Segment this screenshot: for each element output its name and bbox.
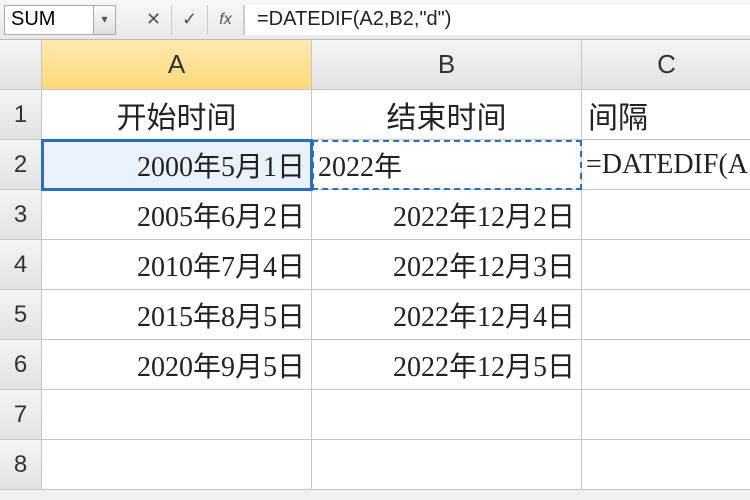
cell-a1[interactable]: 开始时间 — [42, 90, 312, 140]
cell-c2-overflow-text: =DATEDIF(A — [586, 149, 748, 181]
cell-c2[interactable]: =DATEDIF(A — [582, 140, 750, 190]
cell-a8[interactable] — [42, 440, 312, 490]
row-header-2[interactable]: 2 — [0, 140, 42, 190]
cell-c3[interactable] — [582, 190, 750, 240]
fx-icon: fx — [219, 11, 231, 29]
cell-a4[interactable]: 2010年7月4日 — [42, 240, 312, 290]
row-header-6[interactable]: 6 — [0, 340, 42, 390]
row-header-7[interactable]: 7 — [0, 390, 42, 440]
formula-bar: SUM ▾ ✕ ✓ fx =DATEDIF(A2,B2,"d") — [0, 0, 750, 40]
cell-a6[interactable]: 2020年9月5日 — [42, 340, 312, 390]
insert-function-button[interactable]: fx — [208, 5, 244, 35]
cell-c7[interactable] — [582, 390, 750, 440]
column-header-a[interactable]: A — [42, 40, 312, 90]
formula-input[interactable]: =DATEDIF(A2,B2,"d") — [244, 5, 750, 35]
cell-a5[interactable]: 2015年8月5日 — [42, 290, 312, 340]
row-header-4[interactable]: 4 — [0, 240, 42, 290]
cell-b2[interactable]: 2022年 — [312, 140, 582, 190]
select-all-corner[interactable] — [0, 40, 42, 90]
cell-c4[interactable] — [582, 240, 750, 290]
cell-c6[interactable] — [582, 340, 750, 390]
cell-b8[interactable] — [312, 440, 582, 490]
cell-b5[interactable]: 2022年12月4日 — [312, 290, 582, 340]
cell-c1[interactable]: 间隔 — [582, 90, 750, 140]
cell-c5[interactable] — [582, 290, 750, 340]
cell-a2[interactable]: 2000年5月1日 — [42, 140, 312, 190]
cell-a7[interactable] — [42, 390, 312, 440]
row-header-5[interactable]: 5 — [0, 290, 42, 340]
close-icon: ✕ — [146, 9, 161, 30]
cell-b4[interactable]: 2022年12月3日 — [312, 240, 582, 290]
cell-b3[interactable]: 2022年12月2日 — [312, 190, 582, 240]
name-box[interactable]: SUM — [4, 5, 94, 35]
cell-b7[interactable] — [312, 390, 582, 440]
row-header-1[interactable]: 1 — [0, 90, 42, 140]
chevron-down-icon: ▾ — [101, 12, 107, 27]
column-header-b[interactable]: B — [312, 40, 582, 90]
row-header-8[interactable]: 8 — [0, 440, 42, 490]
cancel-formula-button[interactable]: ✕ — [136, 5, 172, 35]
name-box-dropdown[interactable]: ▾ — [94, 5, 116, 35]
column-header-c[interactable]: C — [582, 40, 750, 90]
cell-c8[interactable] — [582, 440, 750, 490]
cell-b1[interactable]: 结束时间 — [312, 90, 582, 140]
row-header-3[interactable]: 3 — [0, 190, 42, 240]
accept-formula-button[interactable]: ✓ — [172, 5, 208, 35]
cell-b6[interactable]: 2022年12月5日 — [312, 340, 582, 390]
cell-a3[interactable]: 2005年6月2日 — [42, 190, 312, 240]
spreadsheet-grid: A B C 1 开始时间 结束时间 间隔 2 2000年5月1日 2022年 =… — [0, 40, 750, 490]
check-icon: ✓ — [182, 9, 197, 30]
